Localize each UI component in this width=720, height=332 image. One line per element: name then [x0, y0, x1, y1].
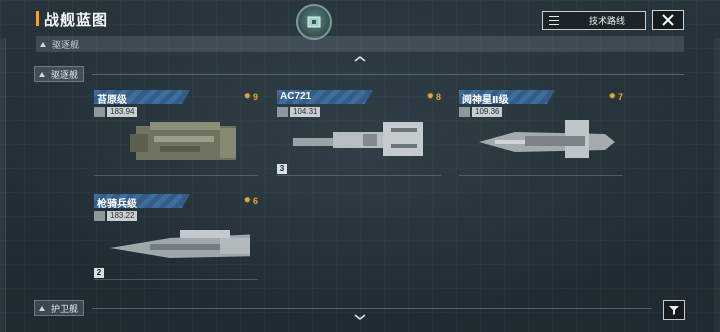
close-icon — [662, 14, 674, 26]
emblem-icon[interactable] — [296, 4, 332, 40]
gear-icon: ✹ — [243, 195, 251, 205]
category-label: 护卫舰 — [51, 303, 79, 314]
ship-image — [479, 120, 615, 158]
collapse-icon — [40, 41, 46, 47]
ship-image — [130, 122, 236, 160]
list-icon — [549, 16, 559, 25]
cost-value: 6 — [252, 195, 258, 206]
header: 战舰蓝图 技术路线 — [0, 0, 720, 40]
chevron-up-icon[interactable] — [352, 54, 368, 64]
ship-name: 枪骑兵级 — [97, 199, 137, 210]
ship-count: 2 — [94, 268, 104, 278]
ship-count: 3 — [277, 164, 287, 174]
divider — [92, 74, 684, 75]
ship-name-bar: 阋神星Ⅱ级 — [459, 90, 555, 106]
title-accent — [36, 11, 39, 26]
cost-value: 9 — [252, 91, 258, 102]
stat-icon — [94, 210, 105, 221]
right-edge-strip — [714, 38, 720, 332]
ship-name-bar: 苔原级 — [94, 90, 190, 106]
ship-name: AC721 — [280, 91, 312, 102]
stat-icon — [277, 106, 288, 117]
collapse-icon — [39, 71, 45, 77]
stat-icon — [459, 106, 470, 117]
filter-button[interactable] — [663, 300, 685, 320]
ship-image — [293, 122, 423, 156]
filter-icon — [669, 306, 679, 315]
ship-card-ac721[interactable]: AC721 ✹ 8 104.31 3 — [277, 90, 441, 176]
ship-name-bar: 枪骑兵级 — [94, 194, 190, 210]
ship-card-lancer[interactable]: 枪骑兵级 ✹ 6 183.22 2 — [94, 194, 258, 280]
gear-icon: ✹ — [243, 91, 251, 101]
ship-cost: ✹ 6 — [243, 195, 258, 206]
section-header[interactable]: 驱逐舰 — [36, 36, 684, 52]
ship-image — [110, 230, 250, 258]
close-button[interactable] — [652, 10, 684, 30]
section-label: 驱逐舰 — [52, 39, 80, 50]
chevron-down-icon[interactable] — [352, 312, 368, 322]
ship-cost: ✹ 7 — [608, 91, 623, 102]
tech-route-button[interactable]: 技术路线 — [542, 11, 646, 30]
ship-cost: ✹ 8 — [426, 91, 441, 102]
category-frigate[interactable]: 护卫舰 — [34, 300, 84, 316]
gear-icon: ✹ — [608, 91, 616, 101]
ship-cost: ✹ 9 — [243, 91, 258, 102]
gear-icon: ✹ — [426, 91, 434, 101]
tech-route-label: 技术路线 — [589, 16, 626, 26]
ship-name-bar: AC721 — [277, 90, 373, 104]
ship-card-tundra[interactable]: 苔原级 ✹ 9 183.94 — [94, 90, 258, 176]
ship-name: 阋神星Ⅱ级 — [462, 95, 509, 106]
page-title: 战舰蓝图 — [44, 12, 109, 29]
cost-value: 8 — [435, 91, 441, 102]
category-label: 驱逐舰 — [51, 69, 79, 80]
ship-name: 苔原级 — [97, 95, 127, 106]
stat-icon — [94, 106, 105, 117]
divider — [92, 308, 652, 309]
ship-card-eris[interactable]: 阋神星Ⅱ级 ✹ 7 109.36 — [459, 90, 623, 176]
left-edge-strip — [0, 38, 6, 332]
collapse-icon — [39, 305, 45, 311]
category-destroyer[interactable]: 驱逐舰 — [34, 66, 84, 82]
cost-value: 7 — [617, 91, 623, 102]
